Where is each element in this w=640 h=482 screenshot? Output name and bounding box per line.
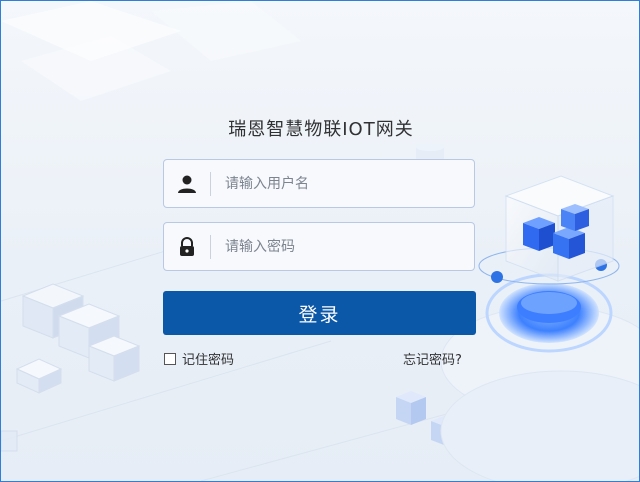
- password-field[interactable]: [163, 222, 475, 271]
- user-icon: [164, 174, 210, 194]
- field-separator: [210, 234, 211, 259]
- lock-icon: [164, 236, 210, 257]
- remember-password-label: 记住密码: [182, 353, 235, 368]
- page-title: 瑞恩智慧物联IOT网关: [228, 119, 414, 140]
- username-input[interactable]: [223, 174, 467, 193]
- password-input[interactable]: [223, 237, 467, 256]
- login-button[interactable]: 登录: [163, 291, 476, 335]
- login-page: 瑞恩智慧物联IOT网关 登录 记住密码 忘记密码?: [0, 0, 640, 482]
- field-separator: [210, 171, 211, 196]
- remember-password-checkbox[interactable]: 记住密码: [164, 349, 234, 368]
- forgot-password-link[interactable]: 忘记密码?: [403, 349, 462, 368]
- checkbox-icon[interactable]: [164, 352, 176, 365]
- username-field[interactable]: [163, 159, 475, 208]
